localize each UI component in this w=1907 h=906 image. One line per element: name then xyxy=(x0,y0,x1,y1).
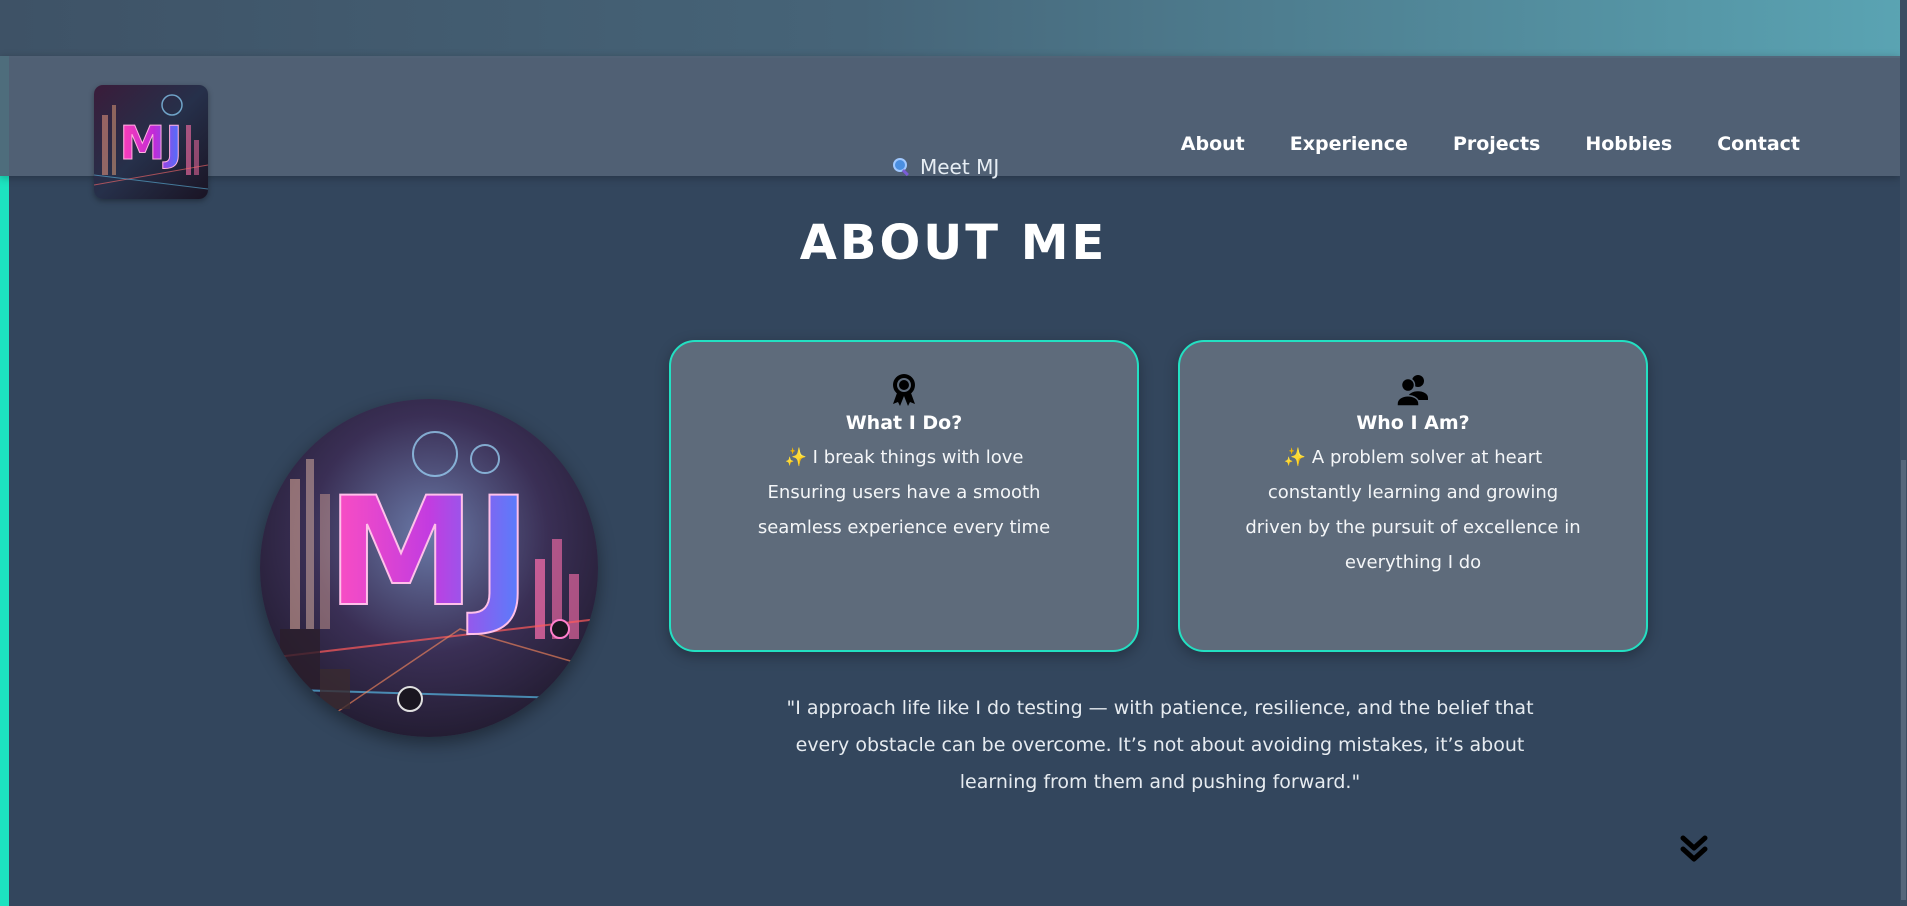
users-icon xyxy=(1397,375,1428,406)
card-line: everything I do xyxy=(1344,552,1482,573)
nav-experience[interactable]: Experience xyxy=(1290,133,1408,155)
quote-line: "I approach life like I do testing — wit… xyxy=(786,697,1534,719)
card-line: ✨ I break things with love xyxy=(784,447,1024,468)
portrait-image: MJ xyxy=(260,399,598,737)
scroll-down-button[interactable] xyxy=(1680,835,1708,863)
quote-line: learning from them and pushing forward." xyxy=(959,771,1361,793)
site-logo[interactable]: MJ xyxy=(94,85,208,199)
double-chevron-down-icon xyxy=(1680,835,1708,862)
nav-contact[interactable]: Contact xyxy=(1717,133,1800,155)
top-gradient-strip xyxy=(0,0,1907,58)
main-nav: About Experience Projects Hobbies Contac… xyxy=(1181,133,1800,155)
nav-hobbies[interactable]: Hobbies xyxy=(1585,133,1672,155)
card-title: Who I Am? xyxy=(1356,412,1470,434)
card-line: ✨ A problem solver at heart xyxy=(1283,447,1543,468)
quote-line: every obstacle can be overcome. It’s not… xyxy=(795,734,1525,756)
nav-projects[interactable]: Projects xyxy=(1453,133,1540,155)
card-line: seamless experience every time xyxy=(757,517,1051,538)
portrait-text: MJ xyxy=(326,466,531,640)
about-page: MJ About Experience Projects Hobbies Con… xyxy=(0,0,1907,906)
logo-image: MJ xyxy=(94,85,208,199)
tagline: Meet MJ xyxy=(892,155,999,179)
scrollbar-thumb[interactable] xyxy=(1901,460,1906,900)
magnifier-icon xyxy=(893,158,909,177)
card-title: What I Do? xyxy=(845,412,963,434)
left-accent-bar xyxy=(0,56,9,906)
card-line: Ensuring users have a smooth xyxy=(767,482,1041,503)
who-i-am-card: Who I Am? ✨ A problem solver at heart co… xyxy=(1178,340,1648,652)
card-line: driven by the pursuit of excellence in xyxy=(1245,517,1581,538)
page-scrollbar[interactable] xyxy=(1900,0,1907,906)
what-i-do-card: What I Do? ✨ I break things with love En… xyxy=(669,340,1139,652)
award-icon xyxy=(893,374,915,406)
logo-text: MJ xyxy=(120,116,183,170)
philosophy-quote: "I approach life like I do testing — wit… xyxy=(760,690,1560,801)
nav-about[interactable]: About xyxy=(1181,133,1245,155)
tagline-text: Meet MJ xyxy=(920,155,1000,179)
card-line: constantly learning and growing xyxy=(1267,482,1559,503)
profile-portrait: MJ xyxy=(260,399,598,737)
section-title: ABOUT ME xyxy=(799,215,1108,271)
